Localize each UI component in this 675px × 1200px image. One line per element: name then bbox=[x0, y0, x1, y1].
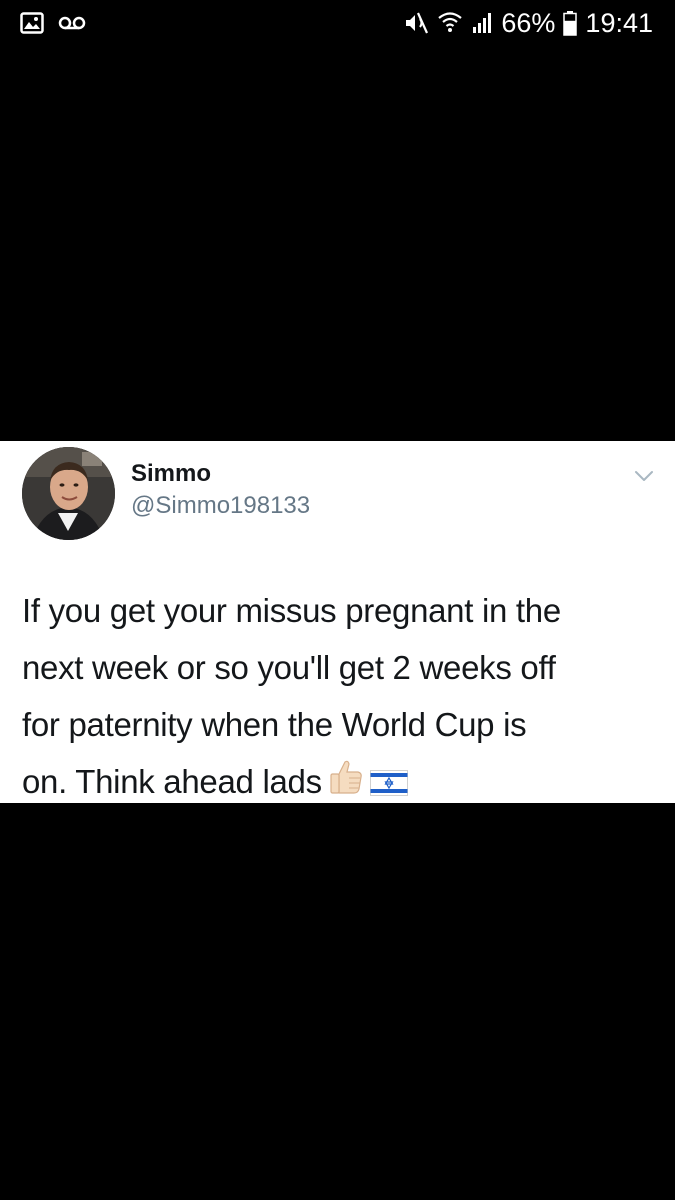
thumbs-up-icon bbox=[328, 756, 364, 813]
tweet-text-line: next week or so you'll get 2 weeks off bbox=[22, 649, 556, 686]
gallery-icon bbox=[20, 12, 44, 34]
display-name[interactable]: Simmo bbox=[131, 460, 211, 488]
tweet-text: If you get your missus pregnant in the n… bbox=[22, 582, 662, 813]
tweet-text-line: If you get your missus pregnant in the bbox=[22, 592, 561, 629]
status-left-icons bbox=[0, 12, 86, 34]
signal-icon bbox=[471, 11, 493, 35]
chevron-down-icon[interactable] bbox=[632, 466, 656, 486]
wifi-icon bbox=[437, 10, 463, 36]
battery-icon bbox=[563, 10, 578, 36]
israel-flag-icon bbox=[369, 756, 408, 813]
avatar[interactable] bbox=[22, 447, 115, 540]
mute-icon bbox=[403, 11, 429, 35]
tweet-text-line: on. Think ahead lads bbox=[22, 763, 322, 800]
tweet-text-line-last: on. Think ahead lads bbox=[22, 753, 662, 813]
user-handle[interactable]: @Simmo198133 bbox=[131, 492, 310, 520]
tweet-text-line: for paternity when the World Cup is bbox=[22, 706, 527, 743]
clock: 19:41 bbox=[585, 7, 653, 38]
status-bar: 66% 19:41 bbox=[0, 0, 675, 46]
voicemail-icon bbox=[58, 15, 86, 31]
battery-percent: 66% bbox=[501, 7, 556, 38]
status-right-icons: 66% 19:41 bbox=[403, 8, 675, 39]
